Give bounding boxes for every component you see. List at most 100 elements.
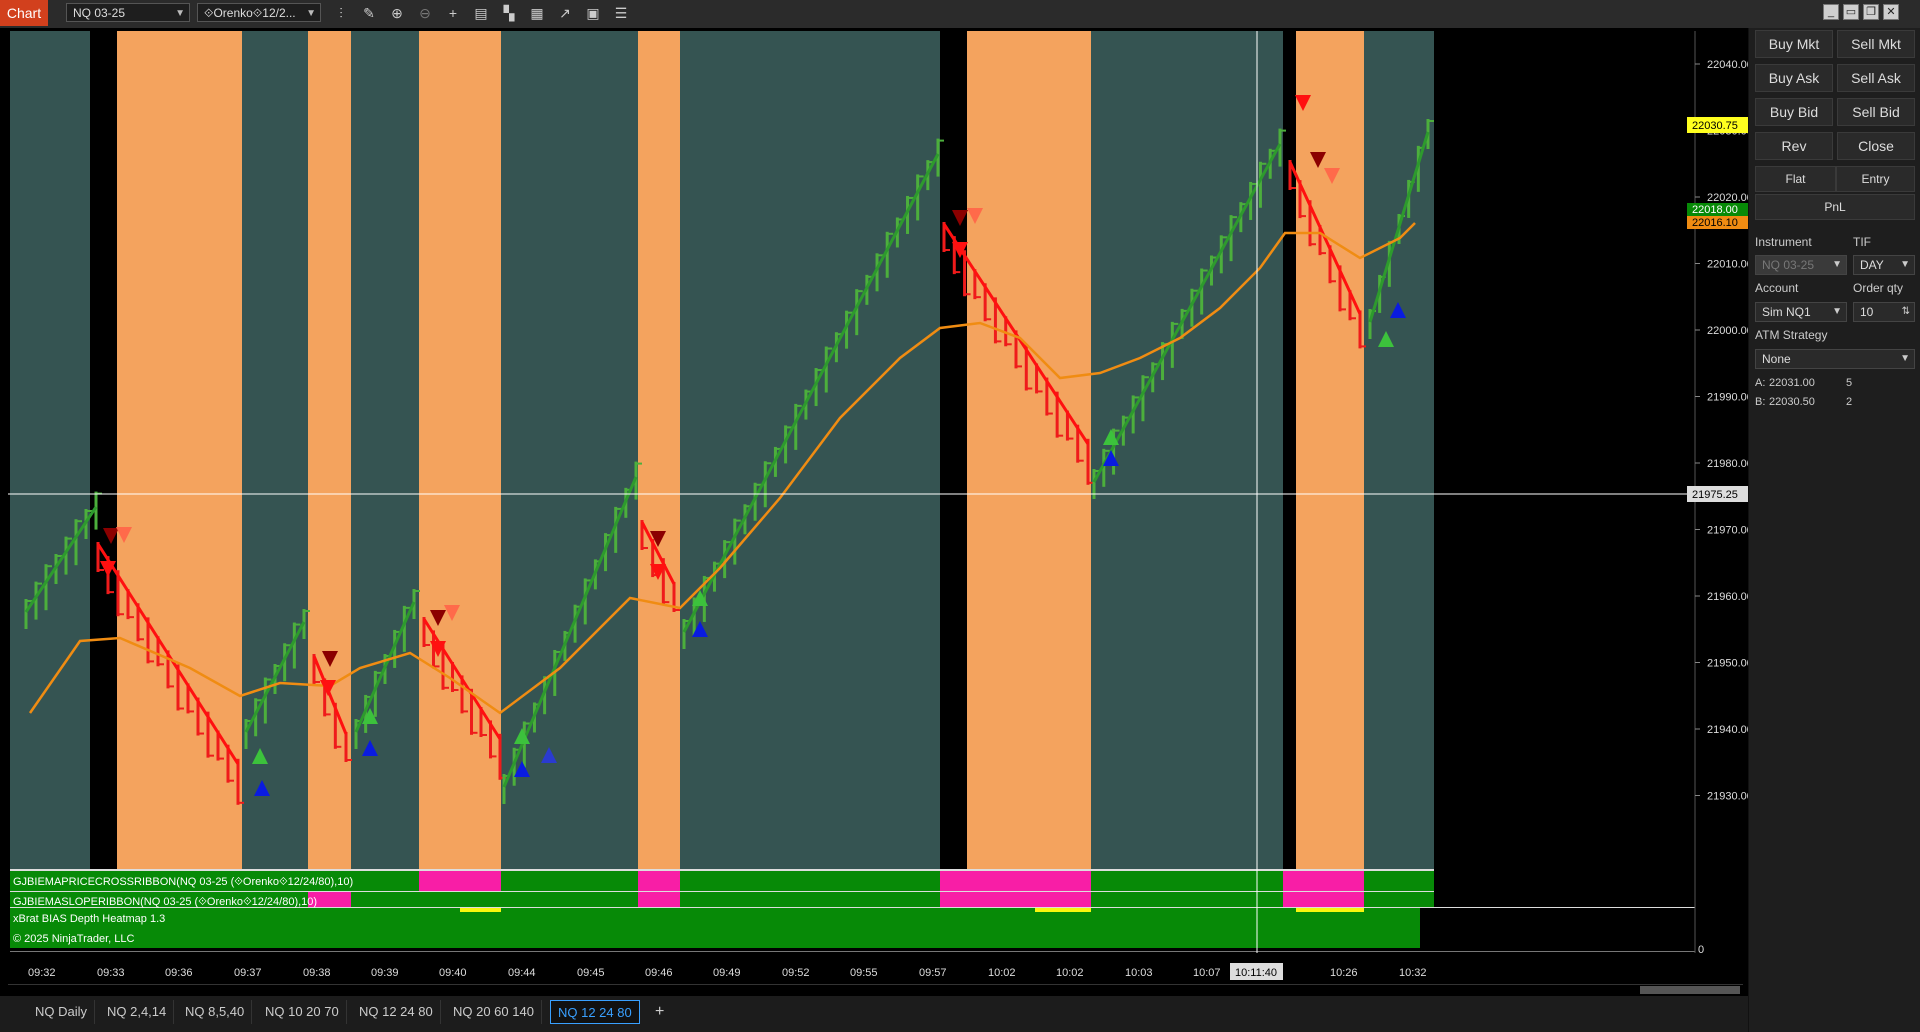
- ask-price: 22031.00: [1769, 377, 1815, 389]
- time-tick-label: 10:26: [1330, 967, 1358, 979]
- time-tick-label: 09:36: [165, 967, 193, 979]
- order-qty-value: 10: [1860, 305, 1874, 319]
- price-tick-label: 21990.00: [1707, 392, 1748, 404]
- atm-strategy-select[interactable]: None ▼: [1755, 349, 1915, 369]
- tab-nq-daily[interactable]: NQ Daily: [28, 1000, 96, 1024]
- time-tick-label: 10:03: [1125, 967, 1153, 979]
- bars-type-selector[interactable]: ⟐Orenko⟐12/2... ▼: [197, 3, 321, 22]
- data-box-icon[interactable]: ▤: [472, 4, 490, 22]
- tab-nq-2-4-14[interactable]: NQ 2,4,14: [100, 1000, 175, 1024]
- sell-ask-button[interactable]: Sell Ask: [1837, 64, 1915, 92]
- price-tick-label: 22020.00: [1707, 192, 1748, 204]
- tif-value: DAY: [1860, 258, 1884, 272]
- chevron-down-icon: ▼: [1900, 259, 1910, 270]
- time-tick-label: 09:45: [577, 967, 605, 979]
- time-axis: 09:32 09:33 09:36 09:37 09:38 09:39 09:40 09:44…: [28, 967, 1427, 979]
- pencil-icon[interactable]: ✎: [360, 4, 378, 22]
- close-icon[interactable]: ✕: [1883, 4, 1899, 20]
- bars-type-value: ⟐Orenko⟐12/2...: [204, 6, 296, 20]
- close-position-button[interactable]: Close: [1837, 132, 1915, 160]
- chevron-down-icon: ▼: [1900, 353, 1910, 364]
- chevron-down-icon: ▼: [306, 8, 316, 19]
- chevron-down-icon: ▼: [1832, 259, 1842, 270]
- ask-label: A:: [1755, 377, 1766, 389]
- flat-position-display: Flat: [1755, 166, 1836, 192]
- tab-nq-12-24-80-active[interactable]: NQ 12 24 80: [550, 1000, 640, 1024]
- instrument-field: NQ 03-25 ▼: [1755, 255, 1847, 275]
- bid-label: B:: [1755, 396, 1766, 408]
- pnl-display: PnL: [1755, 194, 1915, 220]
- time-tick-label: 09:52: [782, 967, 810, 979]
- sell-market-button[interactable]: Sell Mkt: [1837, 30, 1915, 58]
- order-qty-label: Order qty: [1853, 281, 1904, 295]
- price-tick-label: 21940.00: [1707, 724, 1748, 736]
- atm-strategy-label: ATM Strategy: [1755, 328, 1828, 342]
- atm-strategy-value: None: [1762, 352, 1791, 366]
- price-tick-label: 21970.00: [1707, 525, 1748, 537]
- add-tab-button[interactable]: +: [648, 1000, 671, 1024]
- strategies-icon[interactable]: ▦: [528, 4, 546, 22]
- restore-icon[interactable]: ❐: [1863, 4, 1879, 20]
- bar-style-icon[interactable]: ⫶: [332, 4, 350, 22]
- time-tick-label: 10:07: [1193, 967, 1221, 979]
- ribbon2-label: GJBIEMASLOPERIBBON(NQ 03-25 (⟐Orenko⟐12/…: [13, 896, 317, 908]
- time-tick-label: 10:02: [1056, 967, 1084, 979]
- reverse-button[interactable]: Rev: [1755, 132, 1833, 160]
- minimize-icon[interactable]: _: [1823, 4, 1839, 20]
- time-tick-label: 09:49: [713, 967, 741, 979]
- order-entry-panel: Buy Mkt Sell Mkt Buy Ask Sell Ask Buy Bi…: [1748, 28, 1920, 1032]
- tif-label: TIF: [1853, 235, 1871, 249]
- account-label: Account: [1755, 281, 1799, 295]
- buy-bid-button[interactable]: Buy Bid: [1755, 98, 1833, 126]
- order-qty-stepper[interactable]: 10 ⇅: [1853, 302, 1915, 322]
- price-tick-label: 21980.00: [1707, 458, 1748, 470]
- bid-size: 2: [1846, 396, 1853, 408]
- heatmap-zero-label: 0: [1698, 944, 1704, 956]
- ema-fast-label: 22018.00: [1692, 204, 1738, 216]
- chevron-down-icon: ▼: [1832, 306, 1842, 317]
- zoom-out-icon[interactable]: ⊖: [416, 4, 434, 22]
- time-tick-label: 10:02: [988, 967, 1016, 979]
- instrument-selector[interactable]: NQ 03-25 ▼: [66, 3, 190, 22]
- ema-slow-label: 22016.10: [1692, 217, 1738, 229]
- tab-nq-10-20-70[interactable]: NQ 10 20 70: [258, 1000, 347, 1024]
- instrument-value: NQ 03-25: [73, 6, 126, 20]
- account-select[interactable]: Sim NQ1 ▼: [1755, 302, 1847, 322]
- price-tick-label: 21930.00: [1707, 791, 1748, 803]
- heatmap-label: xBrat BIAS Depth Heatmap 1.3: [13, 913, 165, 925]
- last-price-label: 22030.75: [1692, 120, 1738, 132]
- list-icon[interactable]: ☰: [612, 4, 630, 22]
- time-tick-label: 09:39: [371, 967, 399, 979]
- tile-icon[interactable]: ▭: [1843, 4, 1859, 20]
- buy-market-button[interactable]: Buy Mkt: [1755, 30, 1833, 58]
- tif-select[interactable]: DAY ▼: [1853, 255, 1915, 275]
- bar-type-icon[interactable]: ▚: [500, 4, 518, 22]
- ask-size: 5: [1846, 377, 1853, 389]
- sell-bid-button[interactable]: Sell Bid: [1837, 98, 1915, 126]
- time-tick-label: 09:38: [303, 967, 331, 979]
- chart-tab[interactable]: Chart: [0, 0, 48, 26]
- tab-nq-12-24-80[interactable]: NQ 12 24 80: [352, 1000, 441, 1024]
- tab-nq-20-60-140[interactable]: NQ 20 60 140: [446, 1000, 542, 1024]
- time-tick-label: 09:32: [28, 967, 56, 979]
- tab-nq-8-5-40[interactable]: NQ 8,5,40: [178, 1000, 253, 1024]
- price-tick-label: 21960.00: [1707, 591, 1748, 603]
- ribbon1-label: GJBIEMAPRICECROSSRIBBON(NQ 03-25 (⟐Orenk…: [13, 876, 353, 888]
- price-tick-label: 21950.00: [1707, 658, 1748, 670]
- buy-ask-button[interactable]: Buy Ask: [1755, 64, 1833, 92]
- indicators-icon[interactable]: ↗: [556, 4, 574, 22]
- time-tick-label: 09:55: [850, 967, 878, 979]
- price-tick-label: 22000.00: [1707, 325, 1748, 337]
- entry-price-display: Entry: [1836, 166, 1915, 192]
- bid-price: 22030.50: [1769, 396, 1815, 408]
- time-tick-label: 09:40: [439, 967, 467, 979]
- properties-icon[interactable]: ▣: [584, 4, 602, 22]
- price-chart[interactable]: 22040.0022030.0022020.0022010.0022000.00…: [0, 28, 1748, 996]
- cursor-time-label: 10:11:40: [1235, 967, 1277, 979]
- horizontal-scrollbar[interactable]: [1640, 986, 1740, 994]
- instrument-field-value: NQ 03-25: [1762, 258, 1815, 272]
- zoom-in-icon[interactable]: ⊕: [388, 4, 406, 22]
- stepper-icon[interactable]: ⇅: [1902, 303, 1910, 321]
- crosshair-icon[interactable]: +: [444, 4, 462, 22]
- time-tick-label: 09:37: [234, 967, 262, 979]
